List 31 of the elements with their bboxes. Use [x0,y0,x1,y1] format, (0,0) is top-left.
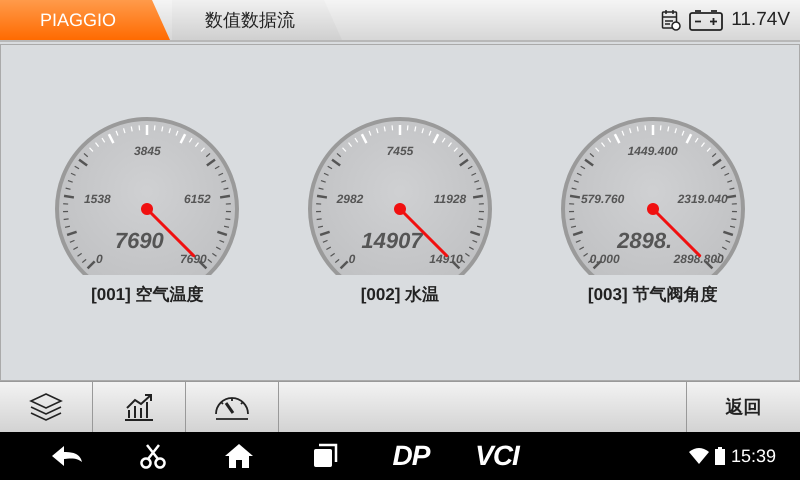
bar-chart-icon [123,392,155,422]
gauge-scale-label: 2319.040 [678,192,728,206]
gauge-caption: [003] 节气阀角度 [588,284,718,306]
gauge-scale-label: 7455 [386,144,414,158]
gauge-scale-label: 579.760 [580,192,624,206]
gauge-scale-label: 0 [348,252,356,266]
voltage-reading: 11.74V [731,9,790,31]
gauge-scale-label: 6152 [184,192,211,206]
gauge-scale-label: 1449.400 [628,144,678,158]
gauge-scale-label: 2982 [336,192,364,206]
app-logo[interactable]: DP [368,440,454,472]
gauge-scale-label: 0.000 [590,252,620,266]
gauge-value: 2898. [617,228,672,254]
gauge-caption: [001] 空气温度 [91,284,204,306]
gauge-scale-label: 7690 [180,252,207,266]
battery-icon [714,447,725,465]
clock-time: 15:39 [730,446,776,466]
battery-icon [689,9,724,31]
gauge-scale-label: 0 [96,252,103,266]
gauge-scale-label: 11928 [434,192,466,206]
gauge-value: 7690 [114,228,164,254]
gauge-scale-label: 1538 [84,192,111,206]
calendar-icon [661,9,682,31]
app-logo[interactable]: VCI [454,440,540,472]
breadcrumb-tab[interactable]: 数值数据流 [172,0,342,40]
wifi-icon [688,448,709,464]
layers-icon [29,392,63,422]
gauge-scale-label: 3845 [134,144,161,158]
gauge-caption: [002] 水温 [360,284,440,306]
gauge-scale-label: 2898.800 [674,252,724,266]
gauge-value: 14907 [361,228,423,254]
